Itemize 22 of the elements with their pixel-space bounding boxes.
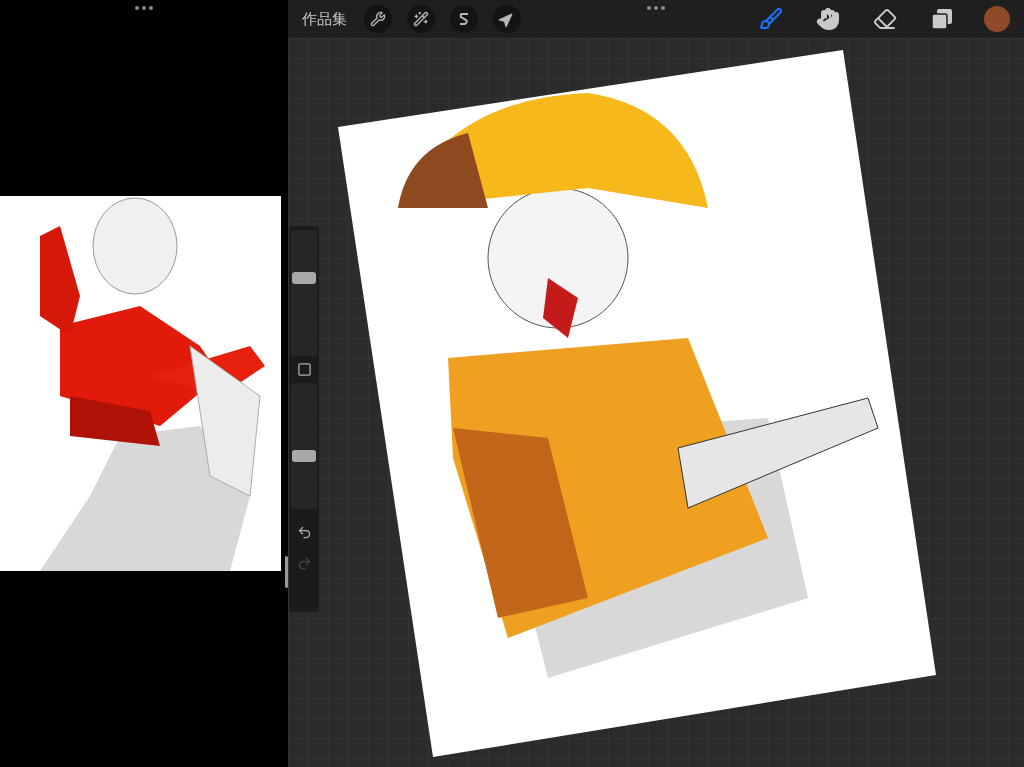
hand-icon (816, 7, 840, 31)
brush-size-slider[interactable] (291, 230, 317, 356)
gallery-link[interactable]: 作品集 (302, 9, 347, 29)
selection-icon (457, 12, 471, 26)
eraser-icon (873, 7, 897, 31)
layers-icon (931, 8, 953, 30)
transform-button[interactable] (493, 5, 521, 33)
slider-thumb[interactable] (292, 450, 316, 463)
color-swatch[interactable] (984, 6, 1010, 32)
opacity-slider[interactable] (291, 383, 317, 509)
wrench-button[interactable] (364, 5, 392, 33)
wrench-icon (370, 11, 386, 27)
split-view-handle[interactable] (285, 556, 288, 588)
magic-wand-icon (413, 11, 429, 27)
multitasking-handle-icon[interactable] (133, 4, 155, 12)
undo-button[interactable] (296, 525, 312, 540)
selection-button[interactable] (450, 5, 478, 33)
multitasking-handle-icon[interactable] (645, 4, 667, 12)
wand-button[interactable] (407, 5, 435, 33)
brush-icon (759, 7, 783, 31)
slider-thumb[interactable] (292, 271, 316, 284)
modify-button[interactable] (296, 362, 312, 377)
